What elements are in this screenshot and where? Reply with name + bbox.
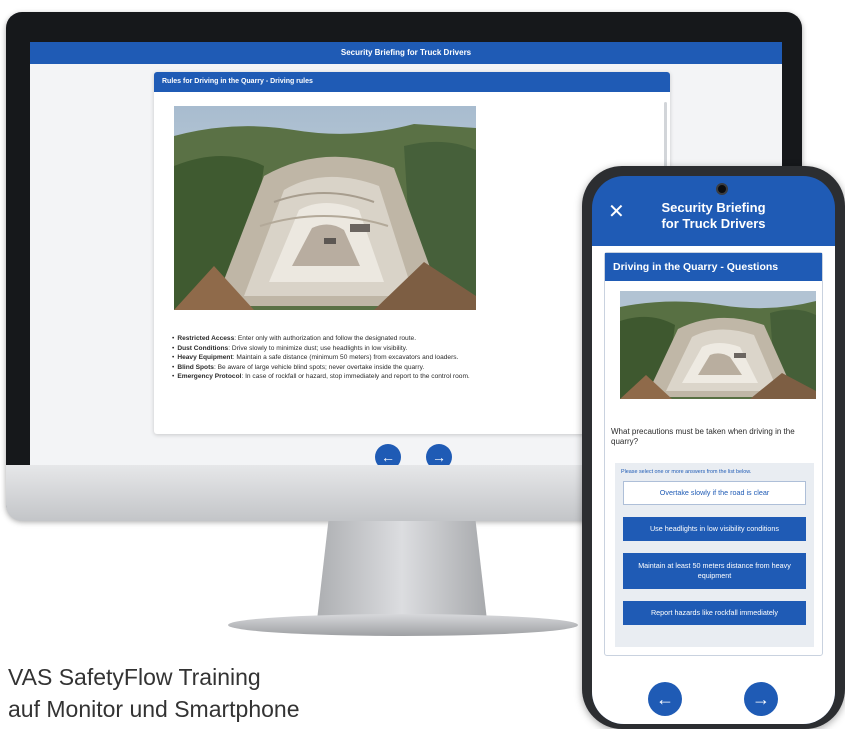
rule-text: : Maintain a safe distance (minimum 50 m… xyxy=(232,354,459,361)
monitor-stand xyxy=(317,521,487,617)
caption-line2: auf Monitor und Smartphone xyxy=(8,696,300,722)
rule-term: Dust Conditions xyxy=(177,344,229,352)
phone-prev-button[interactable]: ← xyxy=(648,682,682,716)
phone-screen: ✕ Security Briefing for Truck Drivers Dr… xyxy=(592,176,835,724)
phone-quarry-image xyxy=(620,291,816,399)
phone-question-card: Driving in the Quarry - Questions What p… xyxy=(604,252,823,656)
smartphone: ✕ Security Briefing for Truck Drivers Dr… xyxy=(582,166,845,729)
arrow-left-icon: ← xyxy=(381,449,395,465)
answer-option-3[interactable]: Maintain at least 50 meters distance fro… xyxy=(623,553,806,589)
desktop-card-title: Rules for Driving in the Quarry - Drivin… xyxy=(154,72,670,92)
driving-rules-list: Restricted Access: Enter only with autho… xyxy=(172,334,652,382)
answers-panel: Please select one or more answers from t… xyxy=(615,463,814,647)
rule-text: : Enter only with authorization and foll… xyxy=(234,335,417,342)
rule-item: Restricted Access: Enter only with autho… xyxy=(172,334,652,344)
rule-item: Heavy Equipment: Maintain a safe distanc… xyxy=(172,353,652,363)
rule-term: Blind Spots xyxy=(177,363,214,371)
phone-title-line2: for Truck Drivers xyxy=(661,216,766,231)
phone-app-title: Security Briefing for Truck Drivers xyxy=(632,200,795,232)
arrow-right-icon: → xyxy=(752,689,770,709)
quarry-image xyxy=(174,106,476,310)
phone-camera xyxy=(716,183,728,195)
rule-text: : Be aware of large vehicle blind spots;… xyxy=(213,363,425,371)
rule-item: Emergency Protocol: In case of rockfall … xyxy=(172,372,652,382)
caption-line1: VAS SafetyFlow Training xyxy=(8,664,261,690)
monitor-stand-base xyxy=(228,614,578,636)
answer-option-1[interactable]: Overtake slowly if the road is clear xyxy=(623,481,806,505)
rule-term: Restricted Access xyxy=(177,335,235,342)
quarry-photo-illustration xyxy=(174,106,476,310)
rule-item: Blind Spots: Be aware of large vehicle b… xyxy=(172,363,652,373)
phone-body: Driving in the Quarry - Questions What p… xyxy=(592,246,835,724)
rule-text: : Drive slowly to minimize dust; use hea… xyxy=(228,344,408,352)
rule-term: Heavy Equipment xyxy=(177,354,233,361)
answer-option-2[interactable]: Use headlights in low visibility conditi… xyxy=(623,517,806,541)
rule-text: : In case of rockfall or hazard, stop im… xyxy=(241,373,470,380)
phone-header: ✕ Security Briefing for Truck Drivers xyxy=(592,176,835,246)
answers-hint: Please select one or more answers from t… xyxy=(621,469,752,475)
phone-question-text: What precautions must be taken when driv… xyxy=(611,427,795,446)
close-icon[interactable]: ✕ xyxy=(608,202,625,222)
rule-item: Dust Conditions: Drive slowly to minimiz… xyxy=(172,344,652,354)
answer-option-4[interactable]: Report hazards like rockfall immediately xyxy=(623,601,806,625)
rule-term: Emergency Protocol xyxy=(177,373,242,380)
caption: VAS SafetyFlow Training auf Monitor und … xyxy=(8,661,428,725)
phone-next-button[interactable]: → xyxy=(744,682,778,716)
arrow-left-icon: ← xyxy=(656,689,674,709)
desktop-app-title: Security Briefing for Truck Drivers xyxy=(30,42,782,64)
phone-card-title: Driving in the Quarry - Questions xyxy=(605,253,822,281)
arrow-right-icon: → xyxy=(432,449,446,465)
phone-title-line1: Security Briefing xyxy=(661,200,766,215)
phone-quarry-photo-illustration xyxy=(620,291,816,399)
